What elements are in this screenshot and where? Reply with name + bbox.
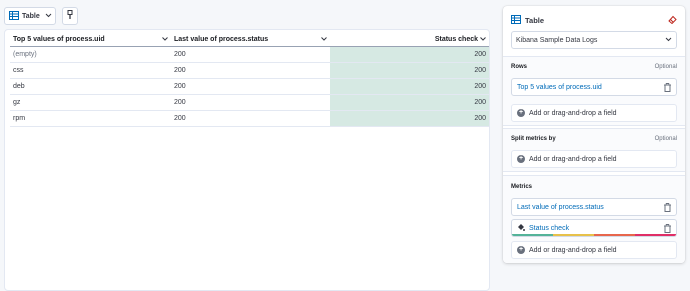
metric-last-value-button[interactable]: Last value of process.status [511, 198, 677, 216]
cell-status-check[interactable]: 200 [330, 94, 489, 111]
index-pattern-select[interactable]: Kibana Sample Data Logs [511, 31, 677, 49]
table-row: css 200 200 [10, 62, 489, 79]
visualization-type-label: Table [22, 12, 40, 20]
chevron-down-icon[interactable] [162, 36, 168, 43]
cell-status[interactable]: 200 [171, 78, 330, 95]
table-row: (empty) 200 200 [10, 46, 489, 63]
color-palette-button[interactable] [62, 7, 78, 25]
cell-status[interactable]: 200 [171, 94, 330, 111]
rows-add-field-button[interactable]: + Add or drag-and-drop a field [511, 104, 677, 122]
paint-bucket-icon [517, 223, 525, 233]
metrics-section-label: Metrics [511, 184, 533, 190]
cell-status[interactable]: 200 [171, 46, 330, 63]
plus-circle-icon: + [517, 109, 525, 117]
cell-status-check[interactable]: 200 [330, 62, 489, 79]
cell-uid[interactable]: rpm [10, 110, 171, 127]
data-table: Top 5 values of process.uid Last value o… [10, 33, 489, 127]
column-header-uid[interactable]: Top 5 values of process.uid [10, 33, 171, 47]
cell-status[interactable]: 200 [171, 62, 330, 79]
table-row: gz 200 200 [10, 94, 489, 111]
color-palette-bar [512, 234, 676, 236]
layer-config-panel: Table Kibana Sample Data Logs Rows Optio… [503, 6, 685, 263]
plus-circle-icon: + [517, 246, 525, 254]
cell-status[interactable]: 200 [171, 110, 330, 127]
cell-uid[interactable]: css [10, 62, 171, 79]
chevron-down-icon [665, 37, 672, 44]
split-optional-label: Optional [654, 136, 677, 142]
rows-optional-label: Optional [654, 64, 677, 70]
split-metrics-section: Split metrics by Optional + Add or drag-… [503, 128, 685, 172]
rows-section: Rows Optional Top 5 values of process.ui… [503, 56, 685, 126]
layer-header: Table [511, 14, 677, 26]
column-header-status[interactable]: Last value of process.status [171, 33, 330, 47]
chevron-down-icon[interactable] [321, 36, 327, 43]
table-grid-icon [9, 10, 19, 22]
rows-section-label: Rows [511, 64, 528, 70]
cell-uid[interactable]: deb [10, 78, 171, 95]
table-grid-icon [511, 14, 521, 26]
metrics-add-field-button[interactable]: + Add or drag-and-drop a field [511, 241, 677, 259]
cell-status-check[interactable]: 200 [330, 110, 489, 127]
metrics-section: Metrics Last value of process.status Sta… [503, 175, 685, 263]
visualization-workspace: Top 5 values of process.uid Last value o… [4, 29, 490, 291]
cell-status-check[interactable]: 200 [330, 46, 489, 63]
cell-uid[interactable]: (empty) [10, 46, 171, 63]
metric-status-check-button[interactable]: Status check [511, 219, 677, 237]
table-row: deb 200 200 [10, 78, 489, 95]
split-add-field-button[interactable]: + Add or drag-and-drop a field [511, 150, 677, 168]
chevron-down-icon [45, 13, 52, 20]
cell-uid[interactable]: gz [10, 94, 171, 111]
split-section-label: Split metrics by [511, 136, 556, 142]
paintbrush-icon [67, 10, 73, 22]
plus-circle-icon: + [517, 155, 525, 163]
trash-icon[interactable] [664, 83, 671, 94]
trash-icon[interactable] [664, 203, 671, 214]
index-pattern-value: Kibana Sample Data Logs [516, 36, 598, 44]
rows-dimension-button[interactable]: Top 5 values of process.uid [511, 78, 677, 96]
visualization-type-button[interactable]: Table [4, 7, 56, 25]
layer-title: Table [525, 15, 545, 25]
chevron-down-icon[interactable] [480, 36, 486, 43]
eraser-icon[interactable] [668, 15, 677, 26]
table-row: rpm 200 200 [10, 110, 489, 127]
column-header-status-check[interactable]: Status check [330, 33, 489, 47]
cell-status-check[interactable]: 200 [330, 78, 489, 95]
